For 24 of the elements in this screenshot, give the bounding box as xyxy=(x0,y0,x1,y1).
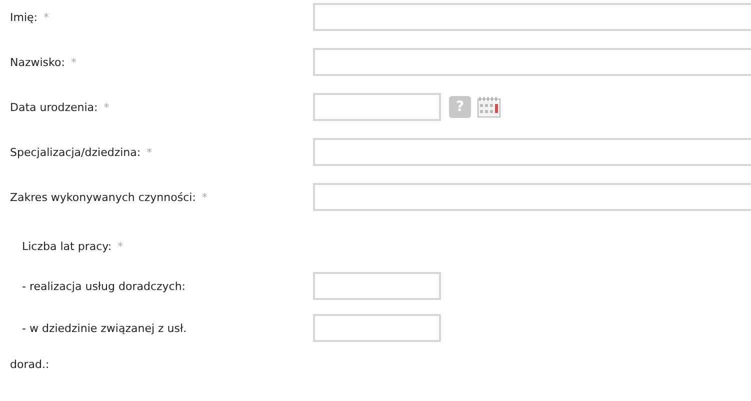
input-field[interactable] xyxy=(313,138,751,166)
required-mark: * xyxy=(104,100,110,114)
input-field[interactable] xyxy=(313,48,751,76)
input-field[interactable] xyxy=(313,183,751,211)
field-label: Zakres wykonywanych czynności: xyxy=(10,190,196,204)
input-field[interactable] xyxy=(313,272,441,300)
required-mark: * xyxy=(118,240,124,253)
field-label: Data urodzenia: xyxy=(10,100,98,114)
help-button[interactable]: ? xyxy=(449,96,471,118)
field-label: - w dziedzinie związanej z usł. xyxy=(22,322,187,334)
field-label: Nazwisko: xyxy=(10,56,65,68)
required-mark: * xyxy=(202,190,208,204)
input-field[interactable] xyxy=(313,3,751,31)
date-field[interactable] xyxy=(313,93,441,121)
required-mark: * xyxy=(44,10,49,24)
required-mark: * xyxy=(146,146,152,158)
field-label: Specjalizacja/dziedzina: xyxy=(10,146,141,158)
field-label: dorad.: xyxy=(10,358,50,371)
field-label: - realizacja usług doradczych: xyxy=(22,280,186,292)
section-label: Liczba lat pracy: xyxy=(22,240,112,253)
field-label: Imię: xyxy=(10,10,38,24)
input-field[interactable] xyxy=(313,314,441,342)
required-mark: * xyxy=(70,56,76,68)
calendar-icon[interactable] xyxy=(477,96,501,118)
